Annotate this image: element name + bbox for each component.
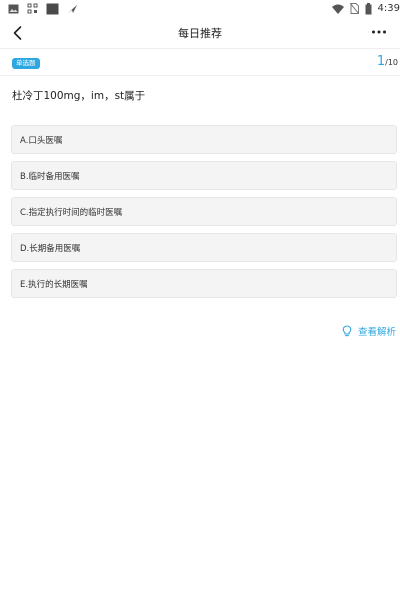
progress-current: 1	[376, 54, 386, 69]
view-analysis-button[interactable]: 查看解析	[342, 324, 396, 338]
status-bar: 4:39	[0, 0, 400, 17]
status-left-icons	[8, 3, 78, 14]
page-title: 每日推荐	[178, 27, 222, 40]
no-sim-icon	[349, 3, 359, 14]
header-divider	[0, 48, 400, 49]
app-header: 每日推荐	[0, 17, 400, 48]
option-e[interactable]: E.执行的长期医嘱	[11, 269, 397, 298]
option-d[interactable]: D.长期备用医嘱	[11, 233, 397, 262]
send-icon	[68, 4, 77, 13]
more-dots-icon	[372, 30, 386, 34]
status-time: 4:39	[377, 3, 400, 14]
option-label: E.执行的长期医嘱	[20, 279, 88, 290]
option-label: D.长期备用医嘱	[20, 243, 81, 254]
option-label: C.指定执行时间的临时医嘱	[20, 207, 123, 218]
view-analysis-label: 查看解析	[357, 327, 396, 338]
question-text: 杜冷丁100mg，im，st属于	[12, 90, 146, 102]
image-icon	[8, 4, 19, 13]
wifi-icon	[331, 4, 344, 14]
option-c[interactable]: C.指定执行时间的临时医嘱	[11, 197, 397, 226]
meta-divider	[0, 75, 400, 76]
more-button[interactable]	[370, 23, 388, 41]
square-app-icon	[46, 3, 59, 14]
option-b[interactable]: B.临时备用医嘱	[11, 161, 397, 190]
battery-icon	[365, 2, 372, 14]
question-type-badge: 单选题	[12, 58, 40, 69]
status-right-icons: 4:39	[331, 2, 400, 15]
answer-options: A.口头医嘱 B.临时备用医嘱 C.指定执行时间的临时医嘱 D.长期备用医嘱 E…	[11, 125, 397, 305]
qr-scan-icon	[27, 3, 38, 14]
option-label: B.临时备用医嘱	[20, 171, 80, 182]
option-label: A.口头医嘱	[20, 135, 63, 146]
question-progress: 1 / 10	[377, 54, 398, 72]
lightbulb-icon	[342, 325, 352, 337]
option-a[interactable]: A.口头医嘱	[11, 125, 397, 154]
progress-total: 10	[387, 58, 398, 67]
